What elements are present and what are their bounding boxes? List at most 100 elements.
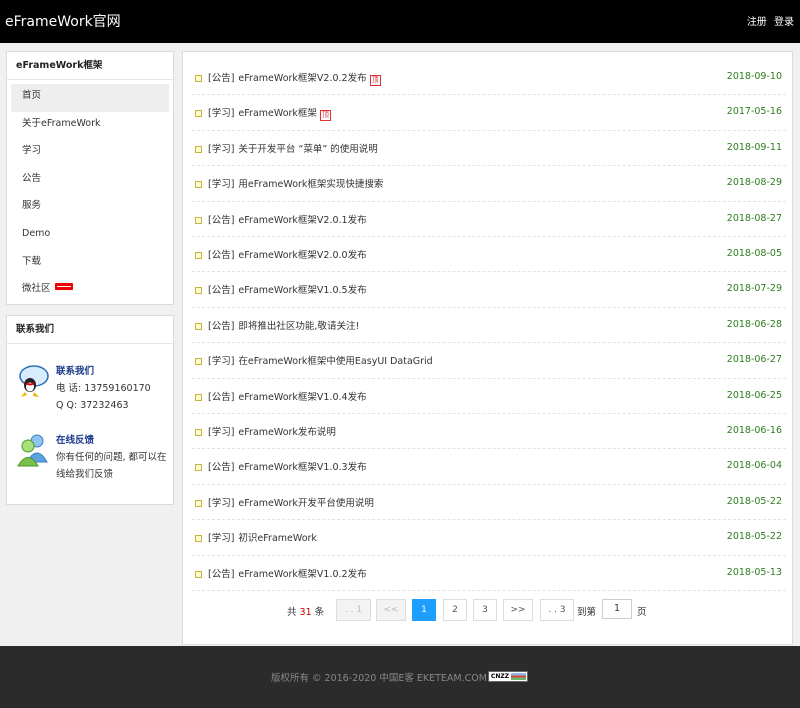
news-panel: [公告] eFrameWork框架V2.0.2发布顶 2018-09-10 [学习] e… — [182, 51, 793, 645]
news-row: [公告] eFrameWork框架V2.0.0发布 2018-08-05 — [192, 237, 786, 273]
contact-text: 联系我们 电 话: 13759160170 Q Q: 37232463 — [56, 363, 176, 414]
top-navbar: eFrameWork官网 注册 登录 — [0, 0, 800, 43]
news-row: [公告] eFrameWork框架V1.0.5发布 2018-07-29 — [192, 272, 786, 308]
bullet-icon — [195, 181, 202, 189]
news-title-text: 在eFrameWork框架中使用EasyUI DataGrid — [238, 356, 433, 368]
news-date: 2018-05-22 — [726, 495, 782, 507]
bullet-icon — [195, 110, 202, 118]
bullet-icon — [195, 322, 202, 330]
feedback-text: 你有任何的问题, 都可以在线给我们反馈 — [56, 452, 167, 480]
bullet-icon — [195, 287, 202, 295]
menu-title: eFrameWork框架 — [7, 52, 173, 80]
news-category: [学习] — [208, 356, 235, 368]
total-number: 31 — [299, 607, 312, 618]
footer: 版权所有 © 2016-2020 中国E客 EKETEAM.COM CNZZ — [0, 646, 800, 708]
news-category: [公告] — [208, 568, 235, 580]
next-page-button[interactable]: >> — [503, 599, 533, 621]
news-title-text: eFrameWork框架V1.0.2发布 — [238, 568, 367, 580]
news-title-text: 关于开发平台 “菜单” 的使用说明 — [238, 143, 378, 155]
news-row: [公告] eFrameWork框架V1.0.2发布 2018-05-13 — [192, 556, 786, 591]
prev-page-button[interactable]: << — [376, 599, 406, 621]
news-title-link[interactable]: [学习] eFrameWork框架顶 — [208, 105, 331, 122]
news-date: 2018-07-29 — [726, 283, 782, 295]
new-badge-icon — [54, 283, 73, 291]
news-row: [公告] 即将推出社区功能,敬请关注! 2018-06-28 — [192, 308, 786, 344]
sidebar-item-label: 微社区 — [22, 283, 51, 295]
news-date: 2018-06-27 — [726, 354, 782, 366]
bullet-icon — [195, 252, 202, 259]
news-row: [学习] 在eFrameWork框架中使用EasyUI DataGrid 2018-… — [192, 343, 786, 379]
bullet-icon — [195, 464, 202, 472]
news-title-text: eFrameWork框架V1.0.5发布 — [238, 285, 367, 297]
news-category: [学习] — [208, 108, 235, 120]
bullet-icon — [195, 145, 202, 153]
news-title-text: eFrameWork框架V2.0.2发布 — [238, 73, 367, 84]
sidebar-item-demo[interactable]: Demo — [11, 222, 169, 250]
news-title-link[interactable]: [公告] eFrameWork框架V2.0.2发布顶 — [208, 70, 381, 86]
page-button-2[interactable]: 2 — [443, 599, 467, 621]
news-title-link[interactable]: [学习] eFrameWork开发平台使用说明 — [208, 495, 374, 509]
news-title-link[interactable]: [学习] 关于开发平台 “菜单” 的使用说明 — [208, 141, 378, 155]
news-date: 2018-06-16 — [726, 425, 782, 436]
news-title-link[interactable]: [公告] eFrameWork框架V1.0.3发布 — [208, 459, 367, 473]
news-row: [学习] 关于开发平台 “菜单” 的使用说明 2018-09-11 — [192, 131, 786, 167]
cnzz-stats-badge[interactable]: CNZZ — [488, 671, 528, 682]
first-page-button[interactable]: . . 1 — [336, 599, 371, 621]
news-title-text: eFrameWork框架V1.0.4发布 — [238, 391, 367, 403]
goto-page-input[interactable]: 1 — [602, 599, 632, 619]
menu-list: 首页 关于eFrameWork 学习 公告 服务 Demo 下载 微社区 — [7, 80, 173, 305]
news-row: [公告] eFrameWork框架V1.0.3发布 2018-06-04 — [192, 449, 786, 485]
news-row: [公告] eFrameWork框架V2.0.1发布 2018-08-27 — [192, 202, 786, 237]
goto-label: 到第 — [577, 607, 597, 618]
news-row: [学习] eFrameWork框架顶 2017-05-16 — [192, 95, 786, 131]
news-title-text: 用eFrameWork框架实现快捷搜索 — [238, 179, 384, 191]
news-title-text: eFrameWork框架V1.0.3发布 — [238, 462, 367, 474]
news-title-link[interactable]: [公告] eFrameWork框架V2.0.1发布 — [208, 212, 367, 226]
news-date: 2018-09-10 — [726, 71, 782, 82]
news-date: 2017-05-16 — [726, 106, 782, 118]
news-title-text: eFrameWork框架 — [238, 108, 317, 120]
sidebar-item-learn[interactable]: 学习 — [11, 139, 169, 167]
news-date: 2018-05-13 — [726, 566, 782, 578]
page-button-3[interactable]: 3 — [473, 599, 497, 621]
bullet-icon — [195, 75, 202, 82]
news-row: [公告] eFrameWork框架V2.0.2发布顶 2018-09-10 — [192, 60, 786, 96]
sidebar-item-download[interactable]: 下载 — [11, 250, 169, 278]
news-row: [学习] 初识eFrameWork 2018-05-22 — [192, 520, 786, 556]
sidebar-menu: eFrameWork框架 首页 关于eFrameWork 学习 公告 服务 De… — [6, 51, 174, 305]
register-link[interactable]: 注册 — [747, 17, 767, 28]
bullet-icon — [195, 429, 202, 436]
news-title-link[interactable]: [学习] 初识eFrameWork — [208, 530, 317, 544]
goto-suffix: 页 — [637, 607, 647, 618]
news-title-link[interactable]: [学习] 用eFrameWork框架实现快捷搜索 — [208, 176, 383, 190]
news-title-text: 初识eFrameWork — [238, 533, 317, 545]
news-category: [学习] — [208, 533, 235, 545]
news-title-link[interactable]: [学习] eFrameWork发布说明 — [208, 424, 336, 438]
page-button-1[interactable]: 1 — [412, 599, 436, 621]
sidebar-item-notice[interactable]: 公告 — [11, 167, 169, 195]
site-brand[interactable]: eFrameWork官网 — [5, 11, 121, 31]
total-count: 共 31 条 — [287, 607, 325, 618]
news-title-link[interactable]: [学习] 在eFrameWork框架中使用EasyUI DataGrid — [208, 353, 433, 367]
sidebar-item-community[interactable]: 微社区 — [11, 277, 169, 305]
last-page-button[interactable]: . . 3 — [540, 599, 574, 621]
news-title-link[interactable]: [公告] eFrameWork框架V1.0.5发布 — [208, 282, 367, 296]
bullet-icon — [195, 358, 202, 366]
sidebar-item-home[interactable]: 首页 — [11, 84, 169, 112]
news-title-link[interactable]: [公告] 即将推出社区功能,敬请关注! — [208, 318, 359, 332]
news-title-link[interactable]: [公告] eFrameWork框架V2.0.0发布 — [208, 247, 367, 261]
phone-number: 电 话: 13759160170 — [56, 383, 151, 394]
news-title-link[interactable]: [公告] eFrameWork框架V1.0.2发布 — [208, 566, 367, 580]
feedback-heading[interactable]: 在线反馈 — [56, 432, 176, 449]
login-link[interactable]: 登录 — [774, 17, 794, 28]
news-category: [学习] — [208, 497, 235, 509]
news-title-text: 即将推出社区功能,敬请关注! — [238, 320, 360, 332]
news-category: [公告] — [208, 391, 235, 403]
stats-bars-icon — [511, 673, 526, 680]
news-date: 2018-09-11 — [726, 141, 782, 153]
sidebar-item-service[interactable]: 服务 — [11, 194, 169, 222]
news-date: 2018-06-28 — [726, 318, 782, 330]
news-title-link[interactable]: [公告] eFrameWork框架V1.0.4发布 — [208, 389, 367, 403]
sidebar-item-about[interactable]: 关于eFrameWork — [11, 112, 169, 140]
news-date: 2018-08-05 — [726, 248, 782, 259]
